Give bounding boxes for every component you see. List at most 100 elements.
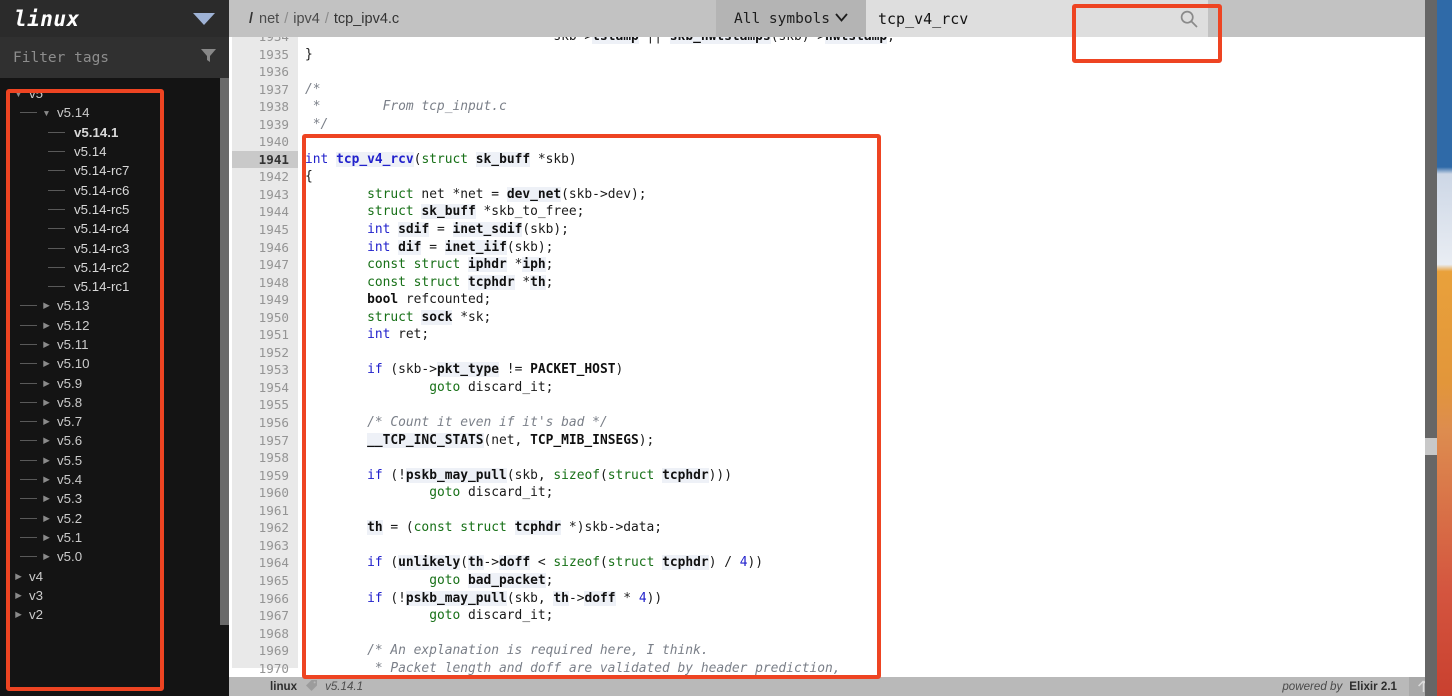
line-number[interactable]: 1946 (232, 239, 298, 257)
code-identifier[interactable]: pkt_type (437, 362, 499, 377)
tag-tree-item[interactable]: ▶v5.11 (0, 335, 229, 354)
chevron-right-icon[interactable]: ▶ (13, 571, 24, 582)
line-number[interactable]: 1947 (232, 256, 298, 274)
code-identifier[interactable]: th (530, 275, 546, 290)
line-number[interactable]: 1970 (232, 660, 298, 677)
chevron-right-icon[interactable]: ▶ (41, 416, 52, 427)
tag-tree-item[interactable]: ▶v5.5 (0, 451, 229, 470)
tag-tree-item[interactable]: v5.14-rc5 (0, 200, 229, 219)
tag-tree-item[interactable]: ▶v5.3 (0, 489, 229, 508)
chevron-down-icon[interactable]: ▼ (13, 89, 24, 99)
code-identifier[interactable]: tcp_v4_rcv (336, 152, 414, 167)
line-number[interactable]: 1968 (232, 625, 298, 643)
chevron-right-icon[interactable]: ▶ (41, 300, 52, 311)
line-number[interactable]: 1953 (232, 361, 298, 379)
tag-tree-item[interactable]: ▶v4 (0, 566, 229, 585)
code-identifier[interactable]: dev_net (507, 187, 561, 202)
line-number[interactable]: 1951 (232, 326, 298, 344)
tag-tree-item[interactable]: ▶v5.0 (0, 547, 229, 566)
code-identifier[interactable]: hwtstamp (825, 37, 887, 44)
tag-tree-item[interactable]: ▶v5.9 (0, 373, 229, 392)
tag-tree-item[interactable]: ▶v5.13 (0, 296, 229, 315)
tag-tree-item[interactable]: v5.14-rc2 (0, 258, 229, 277)
code-identifier[interactable]: inet_iif (445, 240, 507, 255)
line-number-gutter[interactable]: 1934193519361937193819391940194119421943… (232, 37, 298, 668)
tag-tree-item[interactable]: ▶v5.10 (0, 354, 229, 373)
page-scrollbar-thumb[interactable] (1425, 438, 1437, 455)
line-number[interactable]: 1960 (232, 484, 298, 502)
code-identifier[interactable]: __TCP_INC_STATS (367, 433, 483, 448)
search-input[interactable] (866, 0, 1169, 37)
line-number[interactable]: 1943 (232, 186, 298, 204)
code-identifier[interactable]: doff (499, 555, 530, 570)
line-number[interactable]: 1936 (232, 63, 298, 81)
chevron-right-icon[interactable]: ▶ (41, 551, 52, 562)
chevron-right-icon[interactable]: ▶ (41, 358, 52, 369)
code-identifier[interactable]: tcphdr (515, 520, 562, 535)
line-number[interactable]: 1963 (232, 537, 298, 555)
chevron-right-icon[interactable]: ▶ (41, 435, 52, 446)
filter-tags-input[interactable] (13, 50, 188, 66)
chevron-right-icon[interactable]: ▶ (41, 378, 52, 389)
chevron-right-icon[interactable]: ▶ (41, 455, 52, 466)
code-identifier[interactable]: dif (398, 240, 421, 255)
line-number[interactable]: 1952 (232, 344, 298, 362)
line-number[interactable]: 1938 (232, 98, 298, 116)
breadcrumb-root[interactable]: / (249, 11, 253, 27)
chevron-right-icon[interactable]: ▶ (41, 320, 52, 331)
tag-tree-item[interactable]: ▶v5.2 (0, 509, 229, 528)
line-number[interactable]: 1965 (232, 572, 298, 590)
sidebar-scrollbar[interactable] (220, 78, 229, 625)
line-number[interactable]: 1940 (232, 133, 298, 151)
engine-name[interactable]: Elixir 2.1 (1349, 680, 1397, 693)
code-identifier[interactable]: tcphdr (662, 555, 709, 570)
breadcrumb-item[interactable]: net (259, 11, 279, 27)
line-number[interactable]: 1950 (232, 309, 298, 327)
tag-tree-item[interactable]: ▶v5.1 (0, 528, 229, 547)
code-identifier[interactable]: inet_sdif (453, 222, 523, 237)
search-icon[interactable] (1169, 0, 1208, 37)
tag-tree-item[interactable]: ▼v5 (0, 84, 229, 103)
tag-tree-item[interactable]: v5.14 (0, 142, 229, 161)
chevron-down-icon[interactable] (193, 13, 215, 25)
line-number[interactable]: 1942 (232, 168, 298, 186)
line-number[interactable]: 1967 (232, 607, 298, 625)
code-identifier[interactable]: sdif (398, 222, 429, 237)
line-number[interactable]: 1966 (232, 590, 298, 608)
line-number[interactable]: 1969 (232, 642, 298, 660)
code-identifier[interactable]: unlikely (398, 555, 460, 570)
tag-tree-item[interactable]: v5.14-rc1 (0, 277, 229, 296)
line-number[interactable]: 1935 (232, 46, 298, 64)
breadcrumb-item[interactable]: ipv4 (293, 11, 320, 27)
chevron-right-icon[interactable]: ▶ (41, 474, 52, 485)
chevron-right-icon[interactable]: ▶ (41, 493, 52, 504)
tag-tree-item[interactable]: ▶v5.8 (0, 393, 229, 412)
tag-tree-item[interactable]: ▶v5.12 (0, 316, 229, 335)
breadcrumb-item[interactable]: tcp_ipv4.c (334, 11, 399, 27)
tag-tree-item[interactable]: ▼v5.14 (0, 103, 229, 122)
code-identifier[interactable]: tcphdr (468, 275, 515, 290)
page-scrollbar-track[interactable] (1425, 0, 1437, 696)
code-identifier[interactable]: pskb_may_pull (406, 468, 507, 483)
tag-tree-item[interactable]: v5.14.1 (0, 123, 229, 142)
line-number[interactable]: 1958 (232, 449, 298, 467)
line-number[interactable]: 1954 (232, 379, 298, 397)
tag-tree-item[interactable]: ▶v3 (0, 586, 229, 605)
source-code[interactable]: skb->tstamp || skb_hwtstamps(skb)->hwtst… (305, 37, 1435, 668)
tag-tree-item[interactable]: ▶v2 (0, 605, 229, 624)
line-number[interactable]: 1956 (232, 414, 298, 432)
line-number[interactable]: 1939 (232, 116, 298, 134)
code-identifier[interactable]: th (553, 591, 569, 606)
line-number[interactable]: 1949 (232, 291, 298, 309)
line-number[interactable]: 1941 (232, 151, 298, 169)
code-identifier[interactable]: tstamp (592, 37, 639, 44)
chevron-right-icon[interactable]: ▶ (41, 513, 52, 524)
line-number[interactable]: 1934 (232, 37, 298, 46)
line-number[interactable]: 1945 (232, 221, 298, 239)
tag-tree-item[interactable]: ▶v5.6 (0, 431, 229, 450)
line-number[interactable]: 1964 (232, 554, 298, 572)
code-identifier[interactable]: sk_buff (421, 204, 475, 219)
code-identifier[interactable]: th (468, 555, 484, 570)
line-number[interactable]: 1948 (232, 274, 298, 292)
line-number[interactable]: 1961 (232, 502, 298, 520)
